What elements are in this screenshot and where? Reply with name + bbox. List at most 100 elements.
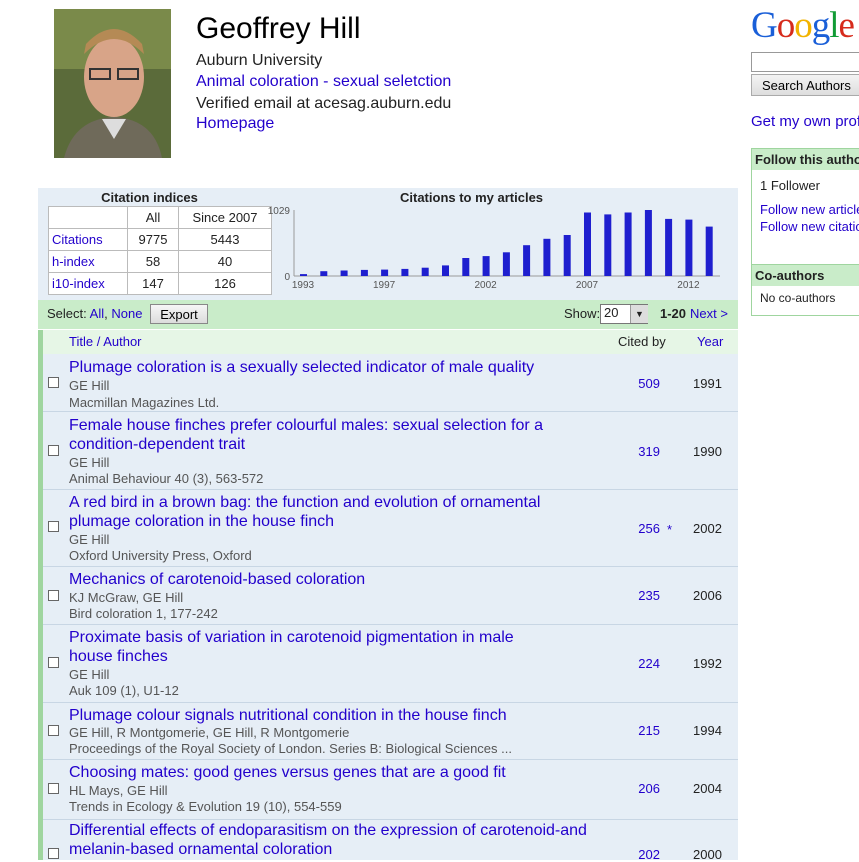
chart-bar bbox=[482, 256, 490, 276]
article-year: 1991 bbox=[693, 376, 722, 391]
article-year: 1994 bbox=[693, 723, 722, 738]
no-coauthors-text: No co-authors bbox=[760, 291, 836, 305]
cited-by-link[interactable]: 256 bbox=[613, 521, 660, 536]
row-i10index-label[interactable]: i10-index bbox=[48, 272, 128, 295]
chart-y-tick: 0 bbox=[284, 272, 290, 283]
article-authors: GE Hill bbox=[69, 378, 110, 393]
chart-bar bbox=[584, 212, 591, 276]
article-title-link[interactable]: Female house finches prefer colourful ma… bbox=[69, 416, 549, 454]
select-controls: Select: All, None bbox=[47, 306, 142, 321]
i10index-since: 126 bbox=[178, 272, 272, 295]
search-authors-button[interactable]: Search Authors bbox=[751, 74, 859, 96]
article-source: Macmillan Magazines Ltd. bbox=[69, 395, 220, 410]
result-range: 1-20 bbox=[660, 306, 687, 321]
logo-letter: l bbox=[829, 5, 839, 46]
chart-bar bbox=[421, 267, 429, 276]
profile-interests-link[interactable]: Animal coloration - sexual seletction bbox=[196, 73, 451, 91]
sort-year[interactable]: Year bbox=[697, 334, 723, 349]
select-all-link[interactable]: All bbox=[90, 306, 104, 321]
article-checkbox[interactable] bbox=[48, 725, 59, 736]
select-none-link[interactable]: None bbox=[111, 306, 142, 321]
select-label: Select: bbox=[47, 306, 87, 321]
coauthors-title: Co-authors bbox=[752, 265, 859, 286]
profile-email: Verified email at acesag.auburn.edu bbox=[196, 95, 452, 112]
chevron-down-icon[interactable]: ▼ bbox=[630, 305, 648, 323]
col-since: Since 2007 bbox=[178, 206, 272, 229]
article-row: Plumage coloration is a sexually selecte… bbox=[43, 354, 738, 412]
article-authors: GE Hill bbox=[69, 455, 110, 470]
chart-bar bbox=[320, 271, 328, 276]
chart-y-tick: 1029 bbox=[268, 206, 291, 217]
chart-bar bbox=[685, 219, 693, 276]
row-hindex-label[interactable]: h-index bbox=[48, 250, 128, 273]
chart-bar bbox=[462, 258, 470, 276]
sort-title-author[interactable]: Title / Author bbox=[69, 334, 142, 349]
coauthors-box: Co-authors No co-authors bbox=[751, 264, 859, 316]
star-icon[interactable]: * bbox=[667, 522, 672, 537]
article-title-link[interactable]: Proximate basis of variation in caroteno… bbox=[69, 628, 549, 666]
chart-bar bbox=[705, 226, 713, 276]
article-source: Oxford University Press, Oxford bbox=[69, 548, 252, 563]
next-page-link[interactable]: Next > bbox=[690, 306, 728, 321]
profile-name: Geoffrey Hill bbox=[196, 12, 361, 45]
export-button[interactable]: Export bbox=[150, 304, 208, 324]
article-title-link[interactable]: Choosing mates: good genes versus genes … bbox=[69, 763, 629, 782]
chart-bar bbox=[401, 268, 409, 276]
article-source: Proceedings of the Royal Society of Lond… bbox=[69, 741, 512, 756]
cited-by-link[interactable]: 319 bbox=[613, 444, 660, 459]
profile-affiliation: Auburn University bbox=[196, 52, 323, 69]
article-year: 1990 bbox=[693, 444, 722, 459]
chart-x-tick: 2007 bbox=[576, 280, 599, 291]
chart-x-tick: 1997 bbox=[373, 280, 396, 291]
article-checkbox[interactable] bbox=[48, 377, 59, 388]
article-checkbox[interactable] bbox=[48, 657, 59, 668]
article-year: 2006 bbox=[693, 588, 722, 603]
cited-by-link[interactable]: 509 bbox=[613, 376, 660, 391]
article-title-link[interactable]: Plumage colour signals nutritional condi… bbox=[69, 706, 629, 725]
chart-x-tick: 2002 bbox=[474, 280, 497, 291]
article-row: Proximate basis of variation in caroteno… bbox=[43, 625, 738, 703]
article-checkbox[interactable] bbox=[48, 445, 59, 456]
article-title-link[interactable]: Differential effects of endoparasitism o… bbox=[69, 821, 589, 859]
followers-count: 1 Follower bbox=[760, 178, 820, 193]
logo-letter: G bbox=[751, 5, 778, 46]
follow-citations-link[interactable]: Follow new citations bbox=[752, 217, 859, 234]
article-row: Mechanics of carotenoid-based coloration… bbox=[43, 567, 738, 625]
article-authors: GE Hill bbox=[69, 667, 110, 682]
chart-bar bbox=[523, 245, 531, 276]
article-checkbox[interactable] bbox=[48, 848, 59, 859]
article-authors: KJ McGraw, GE Hill bbox=[69, 590, 184, 605]
chart-bar bbox=[442, 265, 449, 276]
chart-bar bbox=[340, 270, 348, 276]
article-checkbox[interactable] bbox=[48, 590, 59, 601]
cited-by-link[interactable]: 235 bbox=[613, 588, 660, 603]
follow-box: Follow this author 1 Follower Follow new… bbox=[751, 148, 859, 274]
author-search-input[interactable] bbox=[751, 52, 859, 72]
article-title-link[interactable]: Mechanics of carotenoid-based coloration bbox=[69, 570, 549, 589]
google-logo[interactable]: Google bbox=[751, 4, 855, 47]
citation-indices-title: Citation indices bbox=[101, 190, 198, 205]
article-checkbox[interactable] bbox=[48, 783, 59, 794]
i10index-all: 147 bbox=[127, 272, 179, 295]
row-citations-label[interactable]: Citations bbox=[48, 228, 128, 251]
article-checkbox[interactable] bbox=[48, 521, 59, 532]
cited-by-link[interactable]: 206 bbox=[613, 781, 660, 796]
article-year: 2004 bbox=[693, 781, 722, 796]
cited-by-header: Cited by bbox=[618, 334, 666, 349]
article-year: 2002 bbox=[693, 521, 722, 536]
chart-bar bbox=[665, 218, 673, 276]
show-label: Show: bbox=[564, 306, 601, 321]
citations-chart: 1029 01993 1997 2002 2007 2012 bbox=[268, 206, 720, 291]
cited-by-link[interactable]: 224 bbox=[613, 656, 660, 671]
chart-bar bbox=[604, 214, 612, 276]
follow-articles-link[interactable]: Follow new articles bbox=[752, 198, 859, 217]
article-title-link[interactable]: Plumage coloration is a sexually selecte… bbox=[69, 358, 549, 377]
get-own-profile-link[interactable]: Get my own profile bbox=[751, 113, 859, 130]
article-title-link[interactable]: A red bird in a brown bag: the function … bbox=[69, 493, 549, 531]
chart-bar bbox=[300, 274, 307, 276]
profile-photo bbox=[54, 9, 171, 158]
article-row: Choosing mates: good genes versus genes … bbox=[43, 760, 738, 820]
homepage-link[interactable]: Homepage bbox=[196, 115, 274, 133]
article-authors: HL Mays, GE Hill bbox=[69, 783, 168, 798]
cited-by-link[interactable]: 215 bbox=[613, 723, 660, 738]
